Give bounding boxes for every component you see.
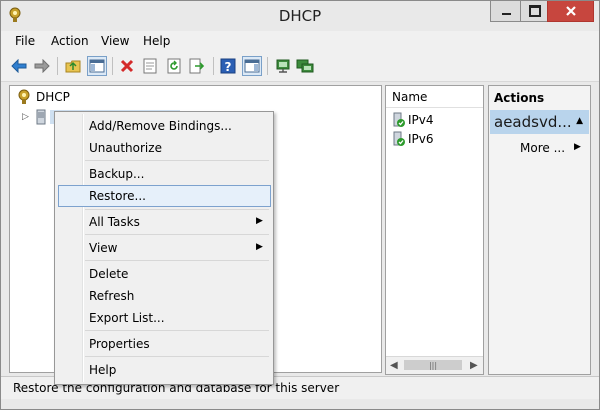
menu-separator: [85, 260, 269, 261]
show-hide-tree-button[interactable]: [87, 56, 107, 76]
actions-more-link[interactable]: More ...: [520, 141, 565, 155]
back-arrow-icon: [11, 59, 27, 73]
properties-icon: [143, 58, 157, 74]
context-menu-gutter: [82, 114, 84, 382]
scroll-left-icon[interactable]: ◀: [390, 360, 398, 371]
tree-item-dhcp-label: DHCP: [36, 90, 70, 104]
menu-item-all-tasks[interactable]: All Tasks: [89, 215, 140, 229]
actions-selected-label: aeadsvd...: [494, 113, 572, 131]
menu-item-restore[interactable]: Restore...: [89, 189, 146, 203]
list-item-ipv4-label: IPv4: [408, 113, 434, 127]
help-icon: ?: [220, 58, 236, 74]
menu-action[interactable]: Action: [51, 34, 89, 48]
close-icon: [565, 6, 576, 16]
export-list-button[interactable]: [187, 56, 207, 76]
scroll-thumb[interactable]: |||: [404, 360, 462, 370]
actions-pane: Actions aeadsvd... ▲ More ... ▶: [488, 85, 591, 375]
menu-separator: [85, 234, 269, 235]
export-icon: [189, 58, 205, 74]
list-item-ipv6[interactable]: IPv6: [392, 131, 434, 147]
results-pane[interactable]: Name IPv4 IPv6 ◀ ||| ▶: [385, 85, 484, 375]
submenu-arrow-icon: ▶: [574, 142, 581, 152]
submenu-arrow-icon: ▶: [256, 242, 263, 252]
expand-arrow-icon[interactable]: ▷: [22, 112, 29, 122]
menu-separator: [85, 330, 269, 331]
title-bar[interactable]: DHCP: [1, 1, 599, 31]
actions-header: Actions: [489, 86, 590, 108]
menu-item-add-remove-bindings[interactable]: Add/Remove Bindings...: [89, 119, 232, 133]
server-authorize-icon: [296, 59, 314, 73]
svg-text:?: ?: [225, 60, 232, 74]
show-hide-action-pane-icon: [244, 59, 260, 73]
toolbar-separator: [57, 57, 58, 75]
scroll-right-icon[interactable]: ▶: [470, 360, 478, 371]
actions-selected-item[interactable]: aeadsvd... ▲: [490, 110, 589, 134]
server-authorize-button[interactable]: [295, 56, 315, 76]
up-folder-icon: [65, 60, 81, 73]
show-hide-tree-icon: [89, 59, 105, 73]
menu-separator: [85, 209, 269, 210]
back-button[interactable]: [9, 56, 29, 76]
minimize-button[interactable]: [490, 1, 522, 22]
list-item-ipv4[interactable]: IPv4: [392, 112, 434, 128]
actions-header-label: Actions: [494, 91, 545, 105]
delete-icon: [120, 59, 134, 73]
menu-help[interactable]: Help: [143, 34, 170, 48]
server-button[interactable]: [273, 56, 293, 76]
close-button[interactable]: [547, 1, 594, 22]
toolbar-separator: [267, 57, 268, 75]
menu-item-backup[interactable]: Backup...: [89, 167, 144, 181]
refresh-button[interactable]: [164, 56, 184, 76]
server-icon: [276, 59, 290, 73]
menu-bar: File Action View Help: [1, 31, 599, 51]
ipv6-icon: [393, 131, 405, 146]
menu-file[interactable]: File: [15, 34, 35, 48]
forward-button[interactable]: [32, 56, 52, 76]
menu-item-properties[interactable]: Properties: [89, 337, 150, 351]
toolbar: ?: [1, 51, 599, 82]
server-icon: [36, 109, 46, 125]
forward-arrow-icon: [34, 59, 50, 73]
menu-item-delete[interactable]: Delete: [89, 267, 128, 281]
menu-item-unauthorize[interactable]: Unauthorize: [89, 141, 162, 155]
maximize-icon: [528, 5, 541, 17]
column-header-name-label: Name: [392, 90, 428, 104]
collapse-arrow-icon[interactable]: ▲: [576, 116, 583, 126]
column-header-name[interactable]: Name: [386, 86, 483, 108]
menu-item-export-list[interactable]: Export List...: [89, 311, 165, 325]
context-menu: Add/Remove Bindings... Unauthorize Backu…: [54, 111, 274, 385]
menu-separator: [85, 356, 269, 357]
delete-button[interactable]: [117, 56, 137, 76]
toolbar-separator: [112, 57, 113, 75]
minimize-icon: [501, 13, 511, 15]
menu-item-help[interactable]: Help: [89, 363, 116, 377]
menu-view[interactable]: View: [101, 34, 129, 48]
dhcp-window: DHCP File Action View Help ? DHCP ▷ Name…: [0, 0, 600, 410]
properties-button[interactable]: [140, 56, 160, 76]
help-button[interactable]: ?: [218, 56, 238, 76]
up-one-level-button[interactable]: [63, 56, 83, 76]
ipv4-icon: [393, 112, 405, 127]
tree-item-dhcp[interactable]: DHCP: [16, 89, 70, 105]
submenu-arrow-icon: ▶: [256, 216, 263, 226]
toolbar-separator: [213, 57, 214, 75]
menu-item-refresh[interactable]: Refresh: [89, 289, 134, 303]
list-item-ipv6-label: IPv6: [408, 132, 434, 146]
maximize-button[interactable]: [520, 1, 549, 22]
show-hide-action-pane-button[interactable]: [242, 56, 262, 76]
menu-separator: [85, 160, 269, 161]
dhcp-icon: [18, 89, 30, 104]
refresh-icon: [167, 58, 181, 74]
horizontal-scrollbar[interactable]: ◀ ||| ▶: [386, 356, 483, 374]
menu-item-view[interactable]: View: [89, 241, 117, 255]
